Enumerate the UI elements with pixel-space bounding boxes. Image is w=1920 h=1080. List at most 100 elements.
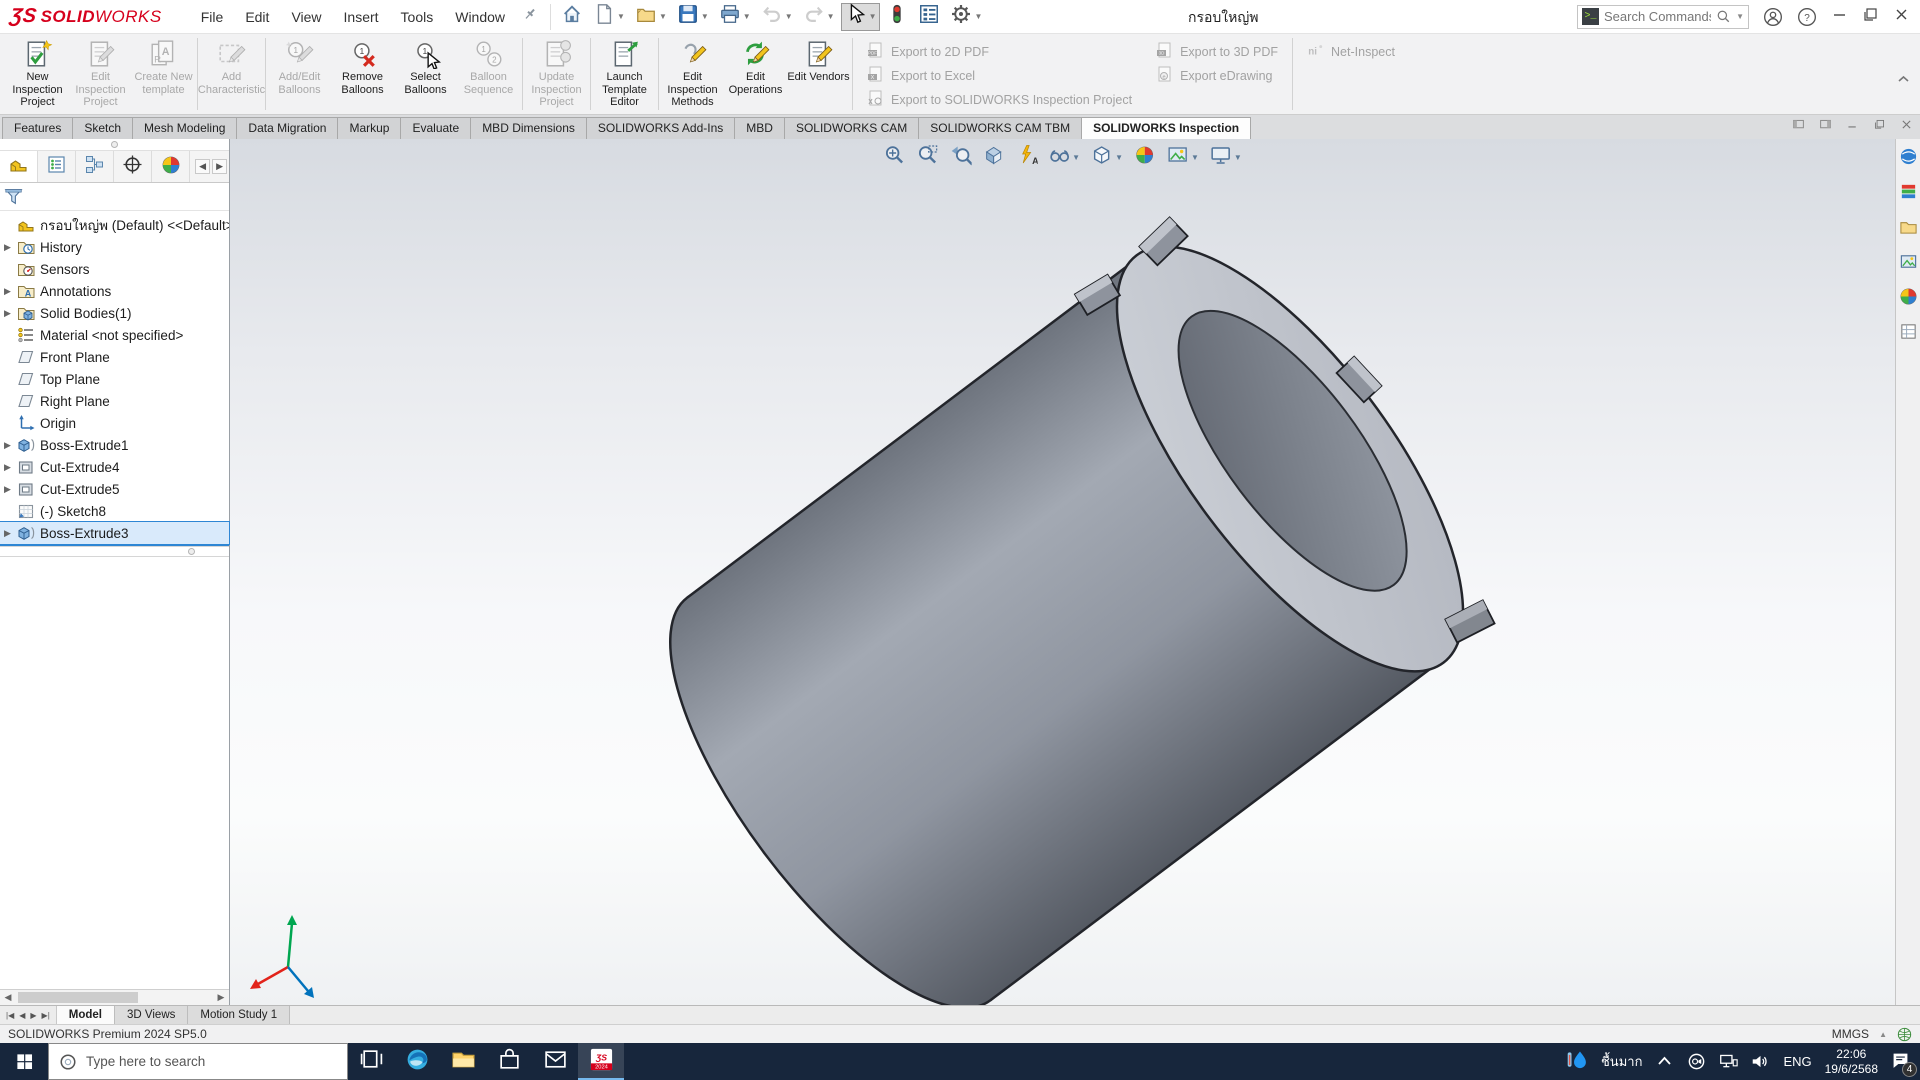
filter-funnel-icon[interactable] <box>4 187 24 207</box>
net-inspect-button[interactable]: niNet-Inspect <box>1307 43 1395 60</box>
pane-next-icon[interactable]: ▶ <box>212 159 227 174</box>
undo-button[interactable]: ▼ <box>757 3 797 31</box>
file-explorer-pane-icon[interactable] <box>1899 217 1918 241</box>
view-palette-icon[interactable] <box>1899 252 1918 276</box>
home-button[interactable] <box>557 3 587 31</box>
update-inspection-project-button[interactable]: Update Inspection Project <box>525 34 588 114</box>
cylinder-part[interactable] <box>606 177 1537 1005</box>
minimize-button[interactable] <box>1831 6 1848 28</box>
search-commands-input[interactable]: >_ Search Commands ▼ <box>1577 5 1749 29</box>
add-characteristic-button[interactable]: Add Characteristic <box>200 34 263 114</box>
zoom-to-area-button[interactable] <box>916 144 938 171</box>
expand-arrow-icon[interactable]: ▶ <box>4 484 17 495</box>
zoom-to-fit-button[interactable] <box>883 144 905 171</box>
custom-properties-icon[interactable] <box>1899 322 1918 346</box>
tree-item-solid-bodies-1-[interactable]: ▶Solid Bodies(1) <box>0 302 229 324</box>
weather-droplet-icon[interactable] <box>1566 1048 1588 1075</box>
view-tab-motion-study-1[interactable]: Motion Study 1 <box>188 1006 290 1024</box>
scroll-right-icon[interactable]: ▶ <box>213 992 229 1003</box>
search-dropdown-caret[interactable]: ▼ <box>1736 12 1744 21</box>
taskbar-edge-button[interactable] <box>394 1043 440 1080</box>
edit-inspection-methods-button[interactable]: Edit Inspection Methods <box>661 34 724 114</box>
restore-button[interactable] <box>1862 6 1879 28</box>
menu-edit[interactable]: Edit <box>234 0 280 34</box>
volume-icon[interactable] <box>1751 1052 1770 1071</box>
dock-pane-left-icon[interactable] <box>1791 118 1806 136</box>
unit-system[interactable]: MMGS <box>1832 1027 1869 1041</box>
taskbar-solidworks-2024-button[interactable]: ƷS2024 <box>578 1043 624 1080</box>
hide-show-items-dropdown-caret[interactable]: ▼ <box>1072 153 1080 162</box>
tree-item-right-plane[interactable]: Right Plane <box>0 390 229 412</box>
export-sw-inspection-button[interactable]: Export to SOLIDWORKS Inspection Project <box>867 91 1132 108</box>
first-tab-icon[interactable]: |◀ <box>4 1011 16 1020</box>
start-button[interactable] <box>0 1043 48 1080</box>
tab-mbd[interactable]: MBD <box>734 117 785 139</box>
edit-vendors-button[interactable]: Edit Vendors <box>787 34 850 114</box>
action-center-icon[interactable]: 4 <box>1891 1051 1910 1073</box>
display-states-button[interactable] <box>882 3 912 31</box>
expand-arrow-icon[interactable]: ▶ <box>4 440 17 451</box>
expand-arrow-icon[interactable]: ▶ <box>4 528 17 539</box>
view-tab-3d-views[interactable]: 3D Views <box>115 1006 188 1024</box>
options-gear-dropdown-caret[interactable]: ▼ <box>974 12 982 21</box>
tags-globe-icon[interactable] <box>1897 1027 1912 1042</box>
prev-tab-icon[interactable]: ◀ <box>17 1011 27 1020</box>
tree-item-cut-extrude5[interactable]: ▶Cut-Extrude5 <box>0 478 229 500</box>
remove-balloons-button[interactable]: 1Remove Balloons <box>331 34 394 114</box>
pane-prev-icon[interactable]: ◀ <box>195 159 210 174</box>
tab-sketch[interactable]: Sketch <box>72 117 133 139</box>
solidworks-resources-icon[interactable] <box>1899 147 1918 171</box>
help-icon[interactable]: ? <box>1797 7 1817 27</box>
tree-item-front-plane[interactable]: Front Plane <box>0 346 229 368</box>
menu-insert[interactable]: Insert <box>333 0 390 34</box>
dynamic-annotation-views-button[interactable]: A <box>1015 144 1037 171</box>
save-button[interactable]: ▼ <box>673 3 713 31</box>
new-document-button[interactable]: ▼ <box>589 3 629 31</box>
open-document-dropdown-caret[interactable]: ▼ <box>659 12 667 21</box>
menu-view[interactable]: View <box>280 0 332 34</box>
pane-tab-featuremanager[interactable] <box>0 151 38 182</box>
tree-item-annotations[interactable]: ▶AAnnotations <box>0 280 229 302</box>
tree-filter-bar[interactable] <box>0 183 229 211</box>
taskbar-microsoft-store-button[interactable] <box>486 1043 532 1080</box>
account-icon[interactable] <box>1763 7 1783 27</box>
language-indicator[interactable]: ENG <box>1783 1054 1811 1069</box>
taskbar-file-explorer-button[interactable] <box>440 1043 486 1080</box>
export-edrawing-button[interactable]: eExport eDrawing <box>1156 67 1278 84</box>
create-new-template-button[interactable]: ARCreate New template <box>132 34 195 114</box>
tab-mbd-dimensions[interactable]: MBD Dimensions <box>470 117 587 139</box>
redo-dropdown-caret[interactable]: ▼ <box>827 12 835 21</box>
panel-splitter-handle[interactable] <box>0 139 229 151</box>
tree-item-origin[interactable]: Origin <box>0 412 229 434</box>
menu-window[interactable]: Window <box>444 0 516 34</box>
tab-evaluate[interactable]: Evaluate <box>400 117 471 139</box>
select-balloons-button[interactable]: 1Select Balloons <box>394 34 457 114</box>
tree-root[interactable]: กรอบใหญ่พ (Default) <<Default>_Displ <box>0 214 229 236</box>
section-view-button[interactable] <box>982 144 1004 171</box>
view-tab-model[interactable]: Model <box>57 1006 115 1024</box>
display-style-button[interactable]: ▼ <box>1091 144 1123 171</box>
tree-item-history[interactable]: ▶History <box>0 236 229 258</box>
scrollbar-thumb[interactable] <box>18 992 138 1003</box>
undo-dropdown-caret[interactable]: ▼ <box>785 12 793 21</box>
model-3d-view[interactable] <box>230 139 1895 1005</box>
view-tab-nav[interactable]: |◀ ◀ ▶ ▶| <box>0 1006 57 1024</box>
add-edit-balloons-button[interactable]: 1Add/Edit Balloons <box>268 34 331 114</box>
export-2d-pdf-button[interactable]: PDFExport to 2D PDF <box>867 43 1132 60</box>
tree-item-sensors[interactable]: Sensors <box>0 258 229 280</box>
new-inspection-project-button[interactable]: New Inspection Project <box>6 34 69 114</box>
pin-menu-icon[interactable] <box>522 6 538 27</box>
pane-tab-propertymanager[interactable] <box>38 151 76 182</box>
print-button[interactable]: ▼ <box>715 3 755 31</box>
apply-scene-button[interactable]: ▼ <box>1167 144 1199 171</box>
tree-item--sketch8[interactable]: (-) Sketch8 <box>0 500 229 522</box>
options-gear-button[interactable]: ▼ <box>946 3 986 31</box>
dock-pane-right-icon[interactable] <box>1818 118 1833 136</box>
search-icon[interactable] <box>1716 9 1731 24</box>
last-tab-icon[interactable]: ▶| <box>40 1011 52 1020</box>
scroll-left-icon[interactable]: ◀ <box>0 992 16 1003</box>
print-dropdown-caret[interactable]: ▼ <box>743 12 751 21</box>
close-pane-icon[interactable] <box>1899 118 1914 136</box>
taskbar-clock[interactable]: 22:06 19/6/2568 <box>1825 1047 1878 1077</box>
launch-template-editor-button[interactable]: Launch Template Editor <box>593 34 656 114</box>
